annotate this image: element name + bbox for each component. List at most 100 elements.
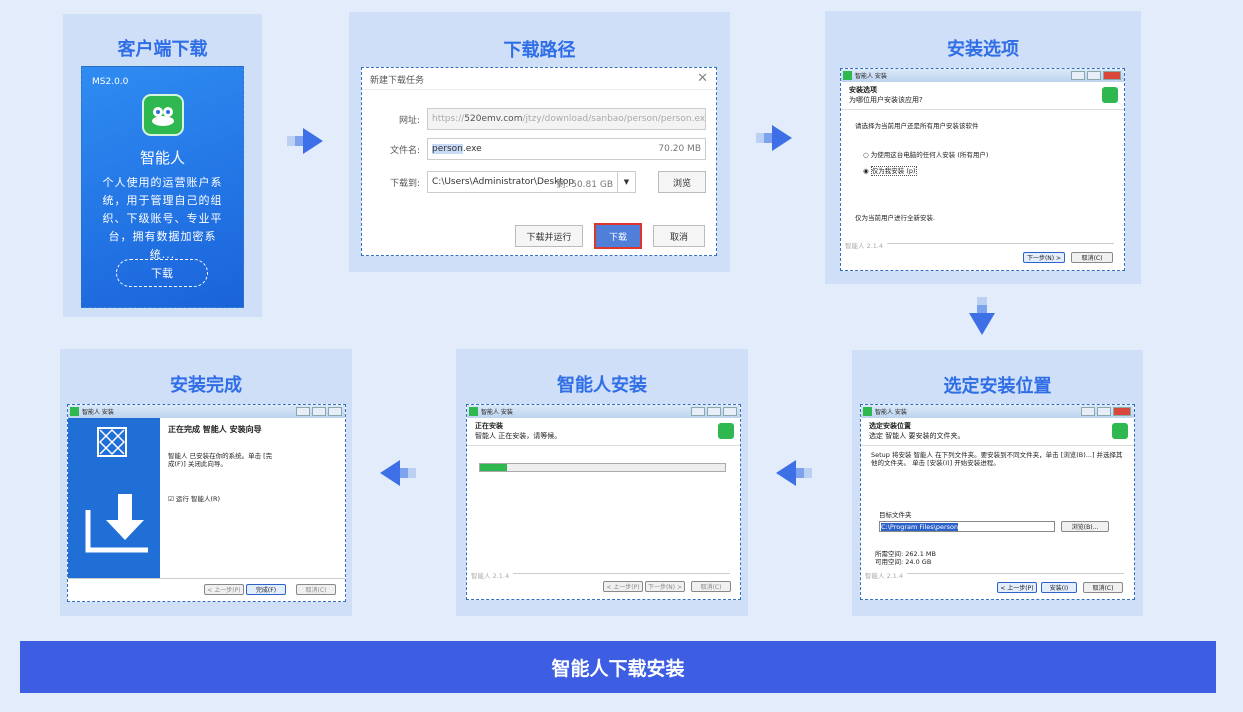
file-size: 70.20 MB [658,144,701,154]
option-me-label: 仅为我安装 (p) [870,166,917,176]
minimize-icon[interactable] [691,407,705,416]
cancel-button[interactable]: 取消 [653,225,705,247]
arrow-left-icon [776,460,812,486]
progress-bar [479,463,726,472]
back-button[interactable]: < 上一步(P) [204,584,244,595]
url-label: 网址: [398,116,420,126]
minimize-icon[interactable] [296,407,310,416]
filename-ext: .exe [462,144,482,154]
url-host: 520emv.com [464,114,523,124]
app-logo-icon [1112,423,1128,439]
filename-selected: person [432,144,463,154]
maximize-icon[interactable] [1097,407,1111,416]
installer-window: 智能人 安装 正在完成 智能人 安装向导 智能人 已安装在你的系统。单击 [完成… [67,404,346,602]
back-button[interactable]: < 上一步(P) [997,582,1037,593]
finish-button[interactable]: 完成(F) [246,584,286,595]
section-title: 安装选项 [849,86,877,94]
arrow-left-icon [380,460,416,486]
minimize-icon[interactable] [1081,407,1095,416]
step-title: 下载路径 [503,40,576,61]
window-title: 智能人 安装 [855,73,887,80]
app-icon [863,407,872,416]
run-app-checkbox[interactable]: ☑ 运行 智能人(R) [168,493,220,503]
note-text: 仅为当前用户进行全新安装. [855,214,936,222]
minimize-icon[interactable] [1071,71,1085,80]
close-icon[interactable] [328,407,342,416]
maximize-icon[interactable] [1087,71,1101,80]
divider [907,573,1124,574]
browse-button[interactable]: 浏览 [658,171,706,193]
brand-label: 智能人 2.1.4 [865,572,904,580]
window-title: 智能人 安装 [481,409,513,416]
next-button[interactable]: 下一步(N) > [1023,252,1065,263]
description-text: Setup 将安装 智能人 在下列文件夹。要安装到不同文件夹，单击 [浏览(B)… [871,451,1123,467]
maximize-icon[interactable] [707,407,721,416]
close-icon[interactable] [1113,407,1131,416]
cancel-button[interactable]: 取消(C) [296,584,336,595]
run-app-label: 运行 智能人(R) [175,495,221,503]
cancel-button[interactable]: 取消(C) [1071,252,1113,263]
step-title: 选定安装位置 [943,376,1052,397]
arrow-down-icon [969,297,995,335]
app-icon [469,407,478,416]
app-logo-icon [142,94,184,136]
folder-input[interactable]: C:\Program Files\person [879,521,1055,532]
section-subtitle: 智能人 正在安装，请等候。 [475,432,562,440]
app-icon [843,71,852,80]
app-icon [70,407,79,416]
step-client-download-panel: 客户端下载 MS2.0.0 智能人 个人使用的运营账户系统，用于管理自己的组织、… [63,14,262,317]
free-space: 剩: 50.81 GB [556,180,613,190]
saveto-label: 下载到: [389,179,420,189]
close-icon[interactable] [723,407,737,416]
brand-label: 智能人 2.1.4 [471,572,510,580]
step-install-location-panel: 选定安装位置 智能人 安装 选定安装位置选定 智能人 要安装的文件夹。 Setu… [852,350,1143,616]
arrow-right-icon [756,125,792,151]
window-title: 智能人 安装 [875,409,907,416]
next-button[interactable]: 下一步(N) > [645,581,685,592]
back-button[interactable]: < 上一步(P) [603,581,643,592]
finish-description: 智能人 已安装在你的系统。单击 [完成(F)] 关闭此向导。 [168,452,273,468]
app-card: MS2.0.0 智能人 个人使用的运营账户系统，用于管理自己的组织、下级账号、专… [81,66,244,308]
space-available: 可用空间: 24.0 GB [875,558,932,566]
app-name: 智能人 [139,149,185,167]
url-prefix: https:// [432,114,465,124]
step-title: 客户端下载 [117,39,208,60]
saveto-path: C:\Users\Administrator\Desktop [432,177,575,187]
finish-heading: 正在完成 智能人 安装向导 [168,425,262,434]
download-button[interactable]: 下载 [116,259,208,287]
step-title: 智能人安装 [557,375,647,396]
filename-field[interactable]: person.exe 70.20 MB [427,138,706,160]
version-label: MS2.0.0 [92,77,129,87]
dialog-title: 新建下载任务 [362,68,716,90]
section-title: 正在安装 [475,422,503,430]
option-all-label: 为使用这台电脑的任何人安装 (所有用户) [870,151,989,159]
arrow-right-icon [287,128,323,154]
installer-window: 智能人 安装 正在安装智能人 正在安装，请等候。 智能人 2.1.4 < 上一步… [466,404,741,600]
chevron-down-icon[interactable]: ▼ [617,172,635,192]
step-complete-panel: 安装完成 智能人 安装 正在完成 智能人 安装向导 智能人 已安装在你的系统。单… [60,349,352,616]
url-path: /jtzy/download/sanbao/person/person.exe [522,114,706,124]
installer-window: 智能人 安装 选定安装位置选定 智能人 要安装的文件夹。 Setup 将安装 智… [860,404,1135,600]
divider [513,573,730,574]
download-button[interactable]: 下载 [594,223,642,249]
browse-button[interactable]: 浏览(B)... [1061,521,1109,532]
cancel-button[interactable]: 取消(C) [1083,582,1123,593]
step-title: 安装完成 [170,375,242,396]
download-run-button[interactable]: 下载并运行 [515,225,583,247]
step-installing-panel: 智能人安装 智能人 安装 正在安装智能人 正在安装，请等候。 智能人 2.1.4… [456,349,748,616]
saveto-field[interactable]: C:\Users\Administrator\Desktop 剩: 50.81 G… [427,171,636,193]
url-field[interactable]: https://520emv.com/jtzy/download/sanbao/… [427,108,706,130]
section-subtitle: 为哪位用户安装该应用? [849,96,923,104]
close-icon[interactable]: ✕ [697,71,708,86]
option-only-me[interactable]: ◉ 仅为我安装 (p) [863,165,917,176]
prompt-text: 请选择为当前用户还是所有用户安装该软件 [855,122,979,130]
close-icon[interactable] [1103,71,1121,80]
section-title: 选定安装位置 [869,422,911,430]
maximize-icon[interactable] [312,407,326,416]
download-dialog: 新建下载任务 ✕ 网址: https://520emv.com/jtzy/dow… [361,67,717,256]
option-all-users[interactable]: ○ 为使用这台电脑的任何人安装 (所有用户) [863,149,988,159]
section-subtitle: 选定 智能人 要安装的文件夹。 [869,432,965,440]
cancel-button[interactable]: 取消(C) [691,581,731,592]
install-button[interactable]: 安装(I) [1041,582,1077,593]
installer-window: 智能人 安装 安装选项为哪位用户安装该应用? 请选择为当前用户还是所有用户安装该… [840,68,1125,271]
